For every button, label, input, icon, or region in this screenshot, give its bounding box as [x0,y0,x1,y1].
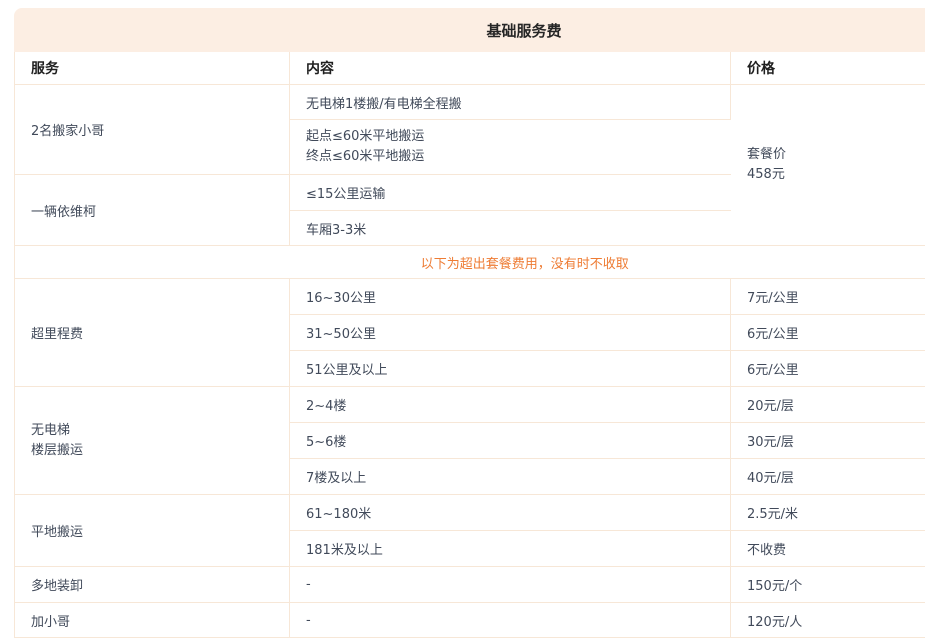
floor-label-line2: 楼层搬运 [31,441,289,461]
floor-content-2: 5~6楼 [290,423,731,459]
multi-site-price: 150元/个 [731,567,925,603]
col-header-content: 内容 [290,52,731,85]
mileage-row-1: 超里程费 16~30公里 7元/公里 [15,279,925,315]
cell-service-mileage: 超里程费 [15,279,290,387]
extra-fee-banner: 以下为超出套餐费用，没有时不收取 [15,246,925,279]
multi-site-content: - [290,567,731,603]
package-price-label: 套餐价 [747,145,925,165]
floor-price-1: 20元/层 [731,387,925,423]
cell-content-elevator: 无电梯1楼搬/有电梯全程搬 [290,85,731,120]
floor-content-3: 7楼及以上 [290,459,731,495]
floor-price-2: 30元/层 [731,423,925,459]
package-row-1: 2名搬家小哥 无电梯1楼搬/有电梯全程搬 套餐价 458元 [15,85,925,120]
base-service-fee-table: 服务 内容 价格 2名搬家小哥 无电梯1楼搬/有电梯全程搬 套餐价 458元 起… [14,52,925,638]
cell-service-multi-site: 多地装卸 [15,567,290,603]
flat-carry-end: 终点≤60米平地搬运 [306,147,731,167]
mileage-content-1: 16~30公里 [290,279,731,315]
cell-service-flat: 平地搬运 [15,495,290,567]
extra-worker-content: - [290,603,731,638]
cell-content-transport: ≤15公里运输 [290,175,731,211]
flat-price-1: 2.5元/米 [731,495,925,531]
flat-row-1: 平地搬运 61~180米 2.5元/米 [15,495,925,531]
mileage-content-2: 31~50公里 [290,315,731,351]
col-header-price: 价格 [731,52,925,85]
multi-site-row: 多地装卸 - 150元/个 [15,567,925,603]
flat-price-2: 不收费 [731,531,925,567]
extra-worker-price: 120元/人 [731,603,925,638]
column-header-row: 服务 内容 价格 [15,52,925,85]
floor-price-3: 40元/层 [731,459,925,495]
floor-label-line1: 无电梯 [31,421,289,441]
mileage-price-2: 6元/公里 [731,315,925,351]
table-title: 基础服务费 [14,8,925,52]
floor-row-1: 无电梯 楼层搬运 2~4楼 20元/层 [15,387,925,423]
cell-service-workers: 2名搬家小哥 [15,85,290,175]
banner-row: 以下为超出套餐费用，没有时不收取 [15,246,925,279]
flat-carry-start: 起点≤60米平地搬运 [306,127,731,147]
cell-content-flat-carry: 起点≤60米平地搬运 终点≤60米平地搬运 [290,120,731,175]
flat-content-2: 181米及以上 [290,531,731,567]
mileage-content-3: 51公里及以上 [290,351,731,387]
mileage-price-1: 7元/公里 [731,279,925,315]
mileage-price-3: 6元/公里 [731,351,925,387]
floor-content-1: 2~4楼 [290,387,731,423]
extra-worker-row: 加小哥 - 120元/人 [15,603,925,638]
flat-content-1: 61~180米 [290,495,731,531]
col-header-service: 服务 [15,52,290,85]
package-price-value: 458元 [747,165,925,185]
pricing-table: 基础服务费 服务 内容 价格 2名搬家小哥 无电梯1楼搬/有电梯全程搬 套餐价 … [14,8,925,638]
cell-content-van-size: 车厢3-3米 [290,211,731,246]
cell-service-van: 一辆依维柯 [15,175,290,246]
cell-package-price: 套餐价 458元 [731,85,925,246]
cell-service-floor: 无电梯 楼层搬运 [15,387,290,495]
cell-service-extra-worker: 加小哥 [15,603,290,638]
